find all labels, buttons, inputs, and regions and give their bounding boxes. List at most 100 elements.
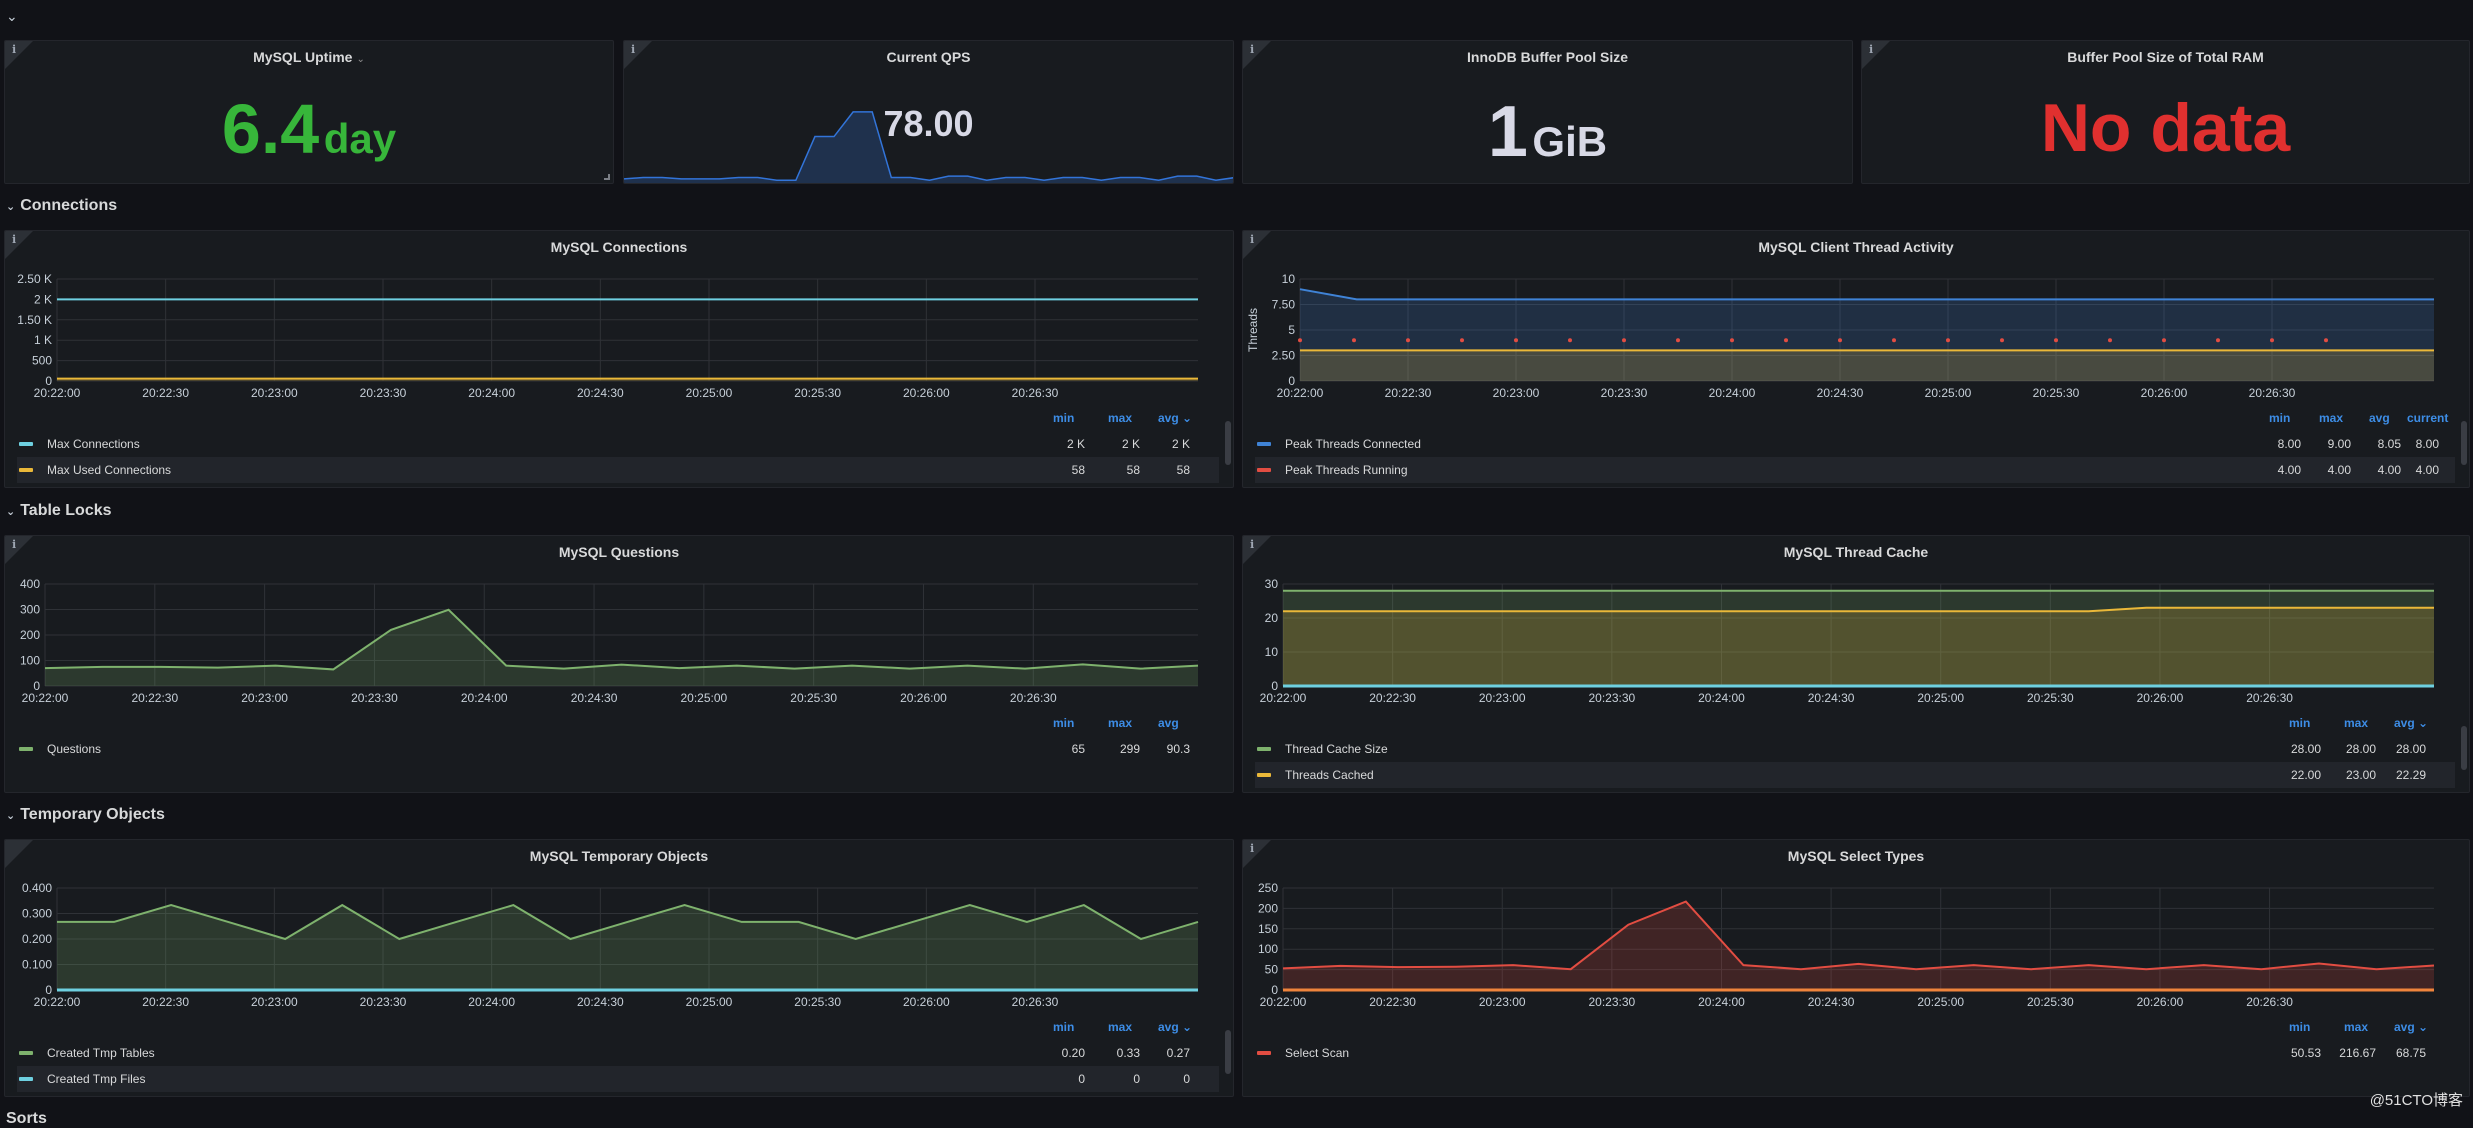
legend-column-current[interactable]: current (2407, 411, 2448, 425)
series-point (1838, 338, 1842, 342)
series-area (1300, 350, 2434, 381)
legend-value-max: 23.00 (2326, 762, 2376, 788)
row-header-connections[interactable]: ⌄Connections (6, 197, 117, 215)
legend-header: min max avg ⌄ (17, 1020, 1219, 1040)
legend-swatch[interactable] (19, 747, 33, 751)
y-tick-label: 50 (1265, 963, 1279, 977)
series-point (1406, 338, 1410, 342)
resize-handle[interactable] (604, 174, 610, 180)
legend-scrollbar[interactable] (2461, 421, 2467, 465)
legend-column-avg[interactable]: avg ⌄ (1158, 411, 1192, 425)
legend-column-max[interactable]: max (2319, 411, 2343, 425)
legend-column-min[interactable]: min (1053, 411, 1074, 425)
legend-column-min[interactable]: min (1053, 1020, 1074, 1034)
legend-series-name: Peak Threads Connected (1285, 431, 1421, 457)
legend-scrollbar[interactable] (1225, 1030, 1231, 1074)
x-tick-label: 20:26:30 (2246, 995, 2293, 1009)
legend-column-avg[interactable]: avg ⌄ (2394, 716, 2428, 730)
legend-item[interactable]: Created Tmp Tables0.200.330.27 (17, 1040, 1219, 1066)
legend-value-avg: 58 (1140, 457, 1190, 483)
legend-item[interactable]: Max Connections2 K2 K2 K (17, 431, 1219, 457)
legend-header: min max avg ⌄ (1255, 716, 2455, 736)
graph-panel-select-types: iMySQL Select Types05010015020025020:22:… (1242, 839, 2470, 1097)
graph-legend: min max avg ⌄ Thread Cache Size28.0028.0028… (1255, 716, 2455, 788)
legend-column-min[interactable]: min (1053, 716, 1074, 730)
legend-item[interactable]: Thread Cache Size28.0028.0028.00 (1255, 736, 2455, 762)
legend-column-avg[interactable]: avg ⌄ (2394, 1020, 2428, 1034)
y-tick-label: 0.400 (22, 881, 52, 895)
legend-value-min: 8.00 (2251, 431, 2301, 457)
row-header-sorts[interactable]: Sorts (6, 1110, 47, 1128)
row-header-table-locks[interactable]: ⌄Table Locks (6, 502, 112, 520)
x-tick-label: 20:23:30 (360, 995, 407, 1009)
legend-value-max: 28.00 (2326, 736, 2376, 762)
legend-item[interactable]: Created Tmp Files000 (17, 1066, 1219, 1092)
x-tick-label: 20:24:00 (1698, 691, 1745, 705)
legend-swatch[interactable] (1257, 773, 1271, 777)
row-collapse-chevron-icon: ⌄ (6, 506, 15, 518)
legend-scrollbar[interactable] (1225, 421, 1231, 465)
x-tick-label: 20:25:00 (686, 995, 733, 1009)
row-header-temporary-objects[interactable]: ⌄Temporary Objects (6, 806, 165, 824)
panel-title[interactable]: Buffer Pool Size of Total RAM (1862, 49, 2469, 65)
legend-item[interactable]: Peak Threads Connected8.009.008.058.00 (1255, 431, 2455, 457)
stat-value: 1 GiB (1243, 91, 1852, 173)
legend-swatch[interactable] (19, 442, 33, 446)
graph-legend: min max avg ⌄ Max Connections2 K2 K2 KMax U… (17, 411, 1219, 483)
graph-legend: min max avg ⌄ Created Tmp Tables0.200.330.2… (17, 1020, 1219, 1092)
panel-title[interactable]: Current QPS (624, 49, 1233, 65)
legend-column-avg[interactable]: avg (2369, 411, 2390, 425)
graph-panel-mysql-thread-cache: iMySQL Thread Cache010203020:22:0020:22:… (1242, 535, 2470, 793)
x-tick-label: 20:26:30 (2249, 386, 2296, 400)
legend-column-max[interactable]: max (2344, 716, 2368, 730)
legend-column-min[interactable]: min (2269, 411, 2290, 425)
legend-item[interactable]: Peak Threads Running4.004.004.004.00 (1255, 457, 2455, 483)
legend-column-max[interactable]: max (1108, 716, 1132, 730)
x-tick-label: 20:22:00 (1277, 386, 1324, 400)
legend-value-min: 65 (1035, 736, 1085, 762)
x-tick-label: 20:23:00 (1493, 386, 1540, 400)
legend-value-min: 4.00 (2251, 457, 2301, 483)
x-tick-label: 20:26:00 (2137, 691, 2184, 705)
legend-swatch[interactable] (1257, 442, 1271, 446)
legend-scrollbar[interactable] (2461, 726, 2467, 770)
legend-header: min max avg current (1255, 411, 2455, 431)
legend-value-avg: 90.3 (1140, 736, 1190, 762)
y-tick-label: 2 K (34, 292, 52, 306)
legend-column-min[interactable]: min (2289, 716, 2310, 730)
legend-column-max[interactable]: max (2344, 1020, 2368, 1034)
legend-column-min[interactable]: min (2289, 1020, 2310, 1034)
legend-swatch[interactable] (1257, 1051, 1271, 1055)
legend-swatch[interactable] (1257, 747, 1271, 751)
y-tick-label: 0.300 (22, 907, 52, 921)
legend-swatch[interactable] (19, 1077, 33, 1081)
x-tick-label: 20:24:00 (1709, 386, 1756, 400)
x-tick-label: 20:26:30 (2246, 691, 2293, 705)
legend-column-max[interactable]: max (1108, 411, 1132, 425)
series-point (2054, 338, 2058, 342)
legend-column-avg[interactable]: avg (1158, 716, 1179, 730)
graph-legend: min max avg Questions6529990.3 (17, 716, 1219, 762)
series-point (2108, 338, 2112, 342)
legend-value-current: 4.00 (2389, 457, 2439, 483)
collapse-chevron-icon[interactable]: ⌄ (6, 8, 18, 25)
legend-swatch[interactable] (1257, 468, 1271, 472)
legend-item[interactable]: Max Used Connections585858 (17, 457, 1219, 483)
legend-item[interactable]: Threads Cached22.0023.0022.29 (1255, 762, 2455, 788)
legend-swatch[interactable] (19, 468, 33, 472)
legend-item[interactable]: Select Scan50.53216.6768.75 (1255, 1040, 2455, 1066)
x-tick-label: 20:25:30 (2033, 386, 2080, 400)
legend-column-avg[interactable]: avg ⌄ (1158, 1020, 1192, 1034)
panel-menu-chevron-icon[interactable]: ⌄ (356, 54, 364, 65)
legend-column-max[interactable]: max (1108, 1020, 1132, 1034)
x-tick-label: 20:22:30 (131, 691, 178, 705)
legend-swatch[interactable] (19, 1051, 33, 1055)
legend-value-max: 4.00 (2301, 457, 2351, 483)
panel-title[interactable]: MySQL Uptime⌄ (5, 49, 613, 65)
x-tick-label: 20:22:30 (1369, 995, 1416, 1009)
legend-item[interactable]: Questions6529990.3 (17, 736, 1219, 762)
legend-series-name: Peak Threads Running (1285, 457, 1408, 483)
panel-title[interactable]: InnoDB Buffer Pool Size (1243, 49, 1852, 65)
x-tick-label: 20:24:00 (461, 691, 508, 705)
y-tick-label: 250 (1258, 881, 1278, 895)
